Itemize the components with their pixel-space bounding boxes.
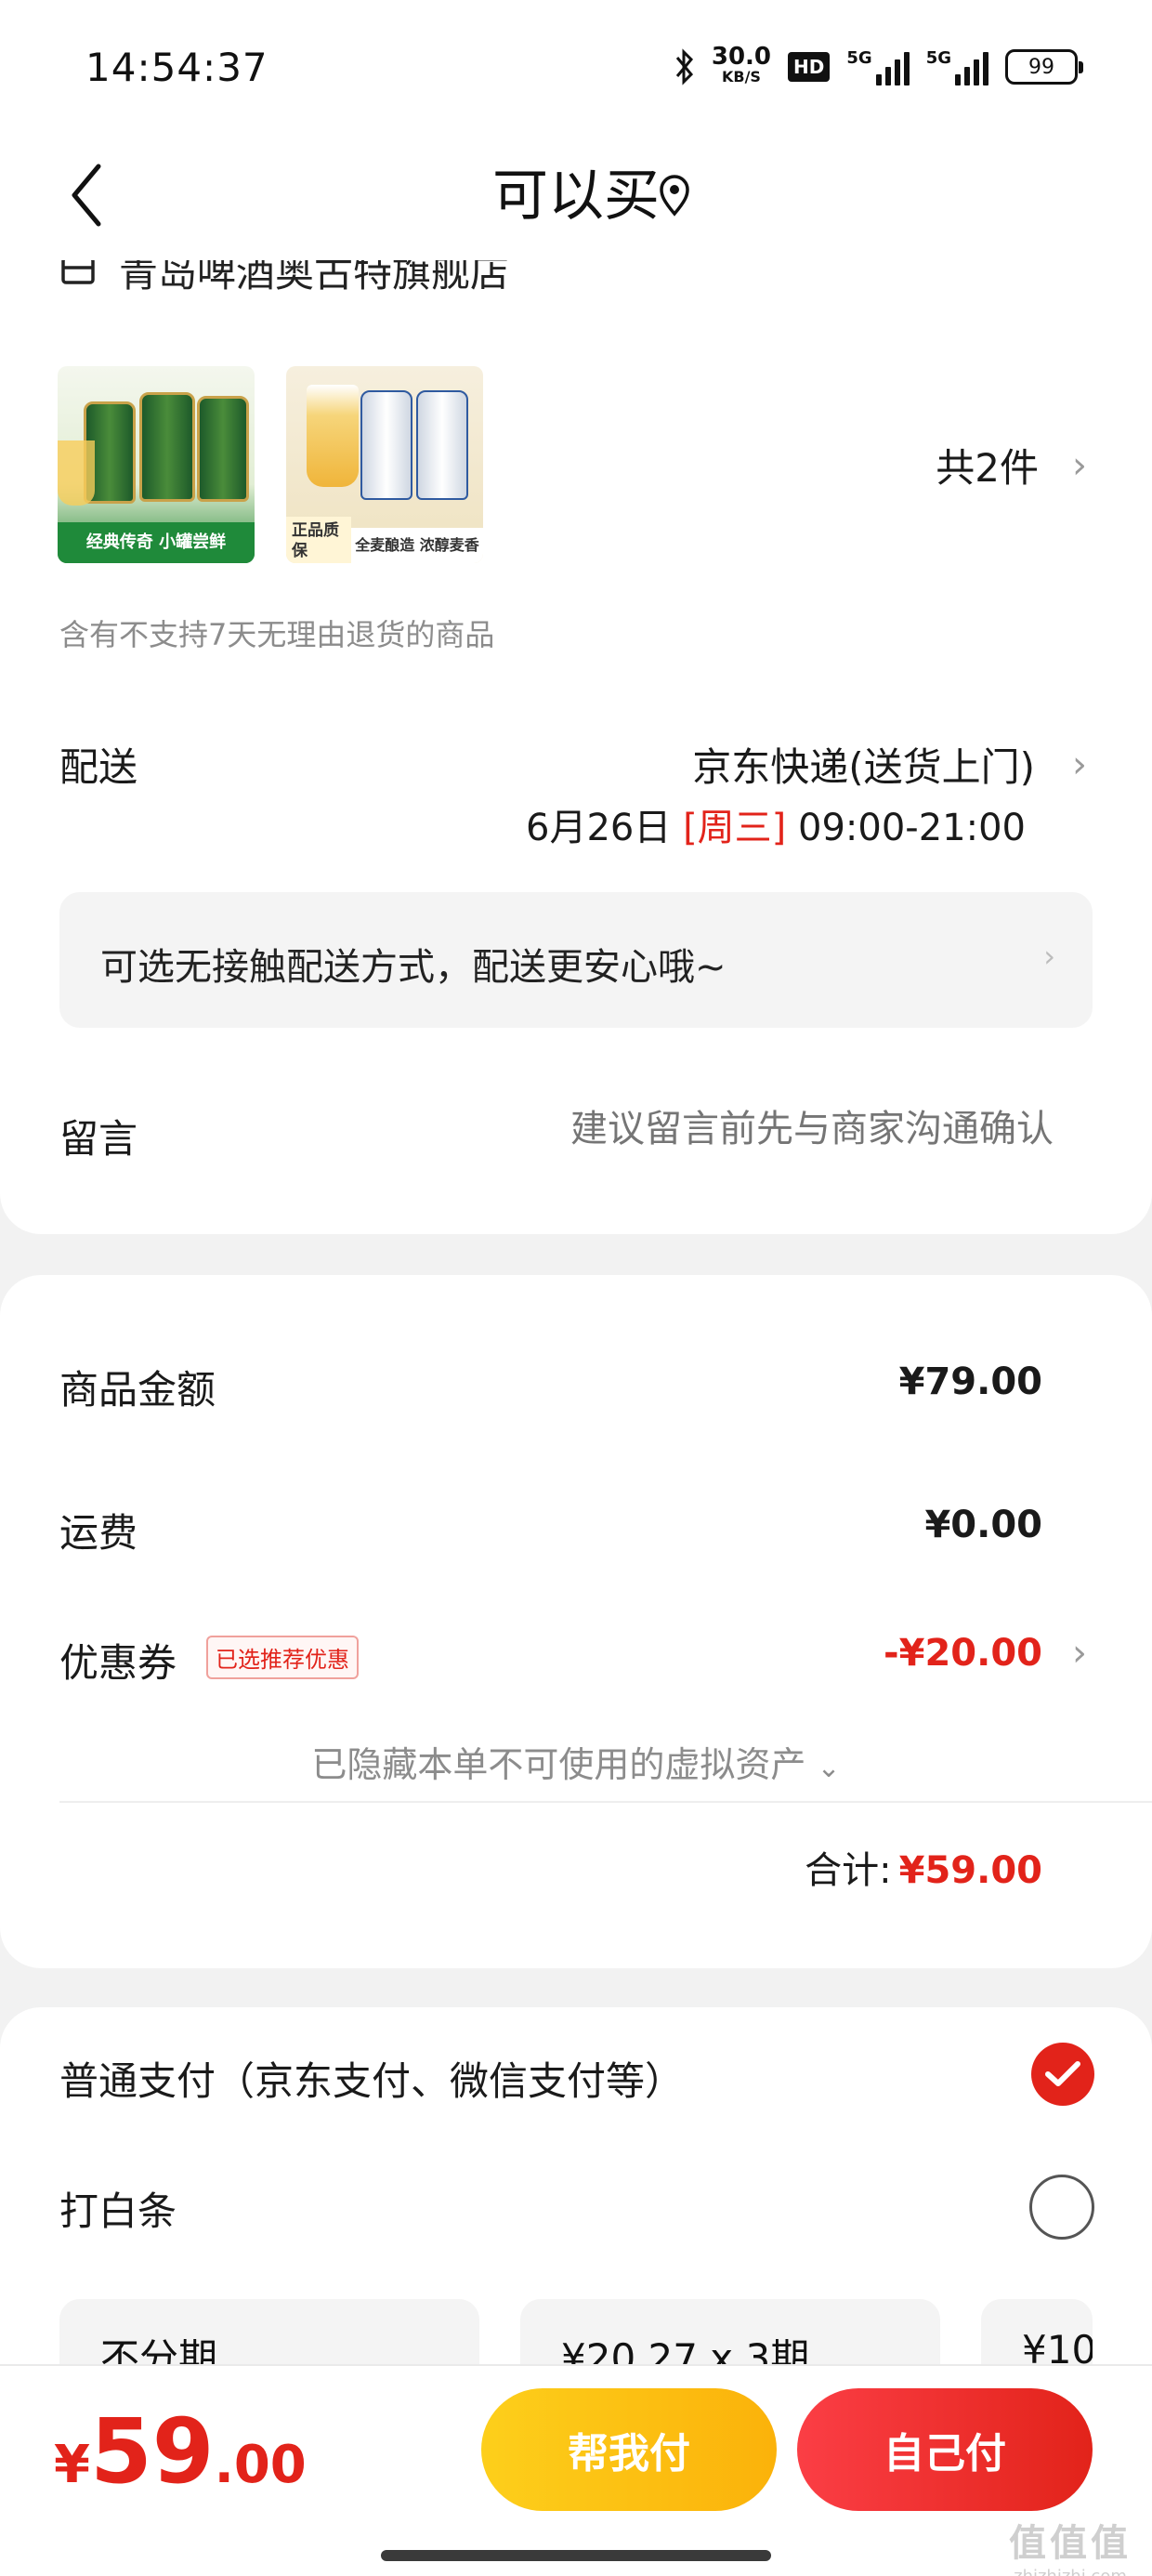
divider (59, 1801, 1152, 1803)
location-pin-icon[interactable] (656, 167, 693, 223)
product-badge-text: 正品质保 (286, 517, 351, 563)
payment-option-baitiao[interactable]: 打白条 (59, 2180, 177, 2237)
total-value: ¥59.00 (898, 1849, 1042, 1892)
goods-amount-value: ¥79.00 (898, 1360, 1042, 1403)
chevron-right-icon: › (1072, 743, 1087, 786)
shop-name: 青岛啤酒奥古特旗舰店 (119, 260, 510, 296)
product-band-text: 全麦酿造 浓醇麦香 (351, 528, 483, 563)
product-thumbnail[interactable]: 经典传奇 小罐尝鲜 (58, 366, 255, 563)
home-indicator[interactable] (381, 2550, 771, 2561)
message-input[interactable] (403, 1108, 1054, 1150)
delivery-method-row[interactable]: 京东快递(送货上门) › (692, 736, 1087, 793)
bluetooth-icon (675, 48, 693, 85)
shipping-fee-value: ¥0.00 (924, 1504, 1042, 1546)
page-title: 可以买 (492, 164, 660, 229)
message-label: 留言 (59, 1116, 138, 1162)
return-policy-note: 含有不支持7天无理由退货的商品 (59, 617, 495, 652)
total-row: 合计: ¥59.00 (805, 1840, 1042, 1894)
self-pay-button[interactable]: 自己付 (797, 2388, 1093, 2511)
battery-icon: 99 (1005, 49, 1083, 85)
delivery-time[interactable]: 6月26日 [周三] 09:00-21:00 (526, 797, 1026, 851)
total-price: ¥ 59 .00 (54, 2399, 307, 2504)
status-icons: 30.0 KB/S HD 5G 5G 99 (674, 43, 1083, 91)
hd-voice-icon: HD (788, 52, 831, 82)
hidden-assets-note: 已隐藏本单不可使用的虚拟资产 (311, 1744, 806, 1785)
delivery-window: 09:00-21:00 (798, 807, 1026, 849)
coupon-value[interactable]: -¥20.00 (884, 1632, 1042, 1675)
chevron-right-icon: › (1072, 443, 1087, 487)
payment-option-normal[interactable]: 普通支付（京东支付、微信支付等） (59, 2050, 684, 2107)
status-bar: 14:54:37 30.0 KB/S HD 5G 5G 99 (0, 0, 1152, 130)
product-thumbnail[interactable]: 正品质保 全麦酿造 浓醇麦香 (286, 366, 483, 563)
payment-options-card: 普通支付（京东支付、微信支付等） 打白条 不分期 ¥20.27 x 3期 ¥10 (0, 2007, 1152, 2379)
price-summary-card: 商品金额 ¥79.00 运费 ¥0.00 优惠券 已选推荐优惠 -¥20.00 … (0, 1275, 1152, 1968)
delivery-weekday: [周三] (683, 807, 787, 849)
shop-row[interactable]: 青岛啤酒奥古特旗舰店 (59, 260, 509, 307)
contactless-text: 可选无接触配送方式，配送更安心哦~ (100, 946, 727, 989)
chevron-down-icon: ⌄ (817, 1752, 841, 1784)
radio-button[interactable] (1029, 2175, 1094, 2240)
delivery-method: 京东快递(送货上门) (692, 744, 1035, 790)
watermark-logo: 值值值 zhizhizhi.com (1009, 2522, 1132, 2576)
chevron-right-icon[interactable]: › (1072, 1632, 1087, 1675)
hidden-assets-toggle[interactable]: 已隐藏本单不可使用的虚拟资产 ⌄ (0, 1736, 1152, 1787)
chevron-right-icon: › (1043, 939, 1055, 974)
shop-icon (61, 260, 95, 284)
help-pay-button[interactable]: 帮我付 (481, 2388, 777, 2511)
checkout-bar: ¥ 59 .00 帮我付 自己付 值值值 zhizhizhi.com (0, 2364, 1152, 2576)
checkmark-icon[interactable] (1031, 2043, 1094, 2106)
total-label: 合计: (805, 1849, 892, 1892)
signal-icon-sim1: 5G (846, 48, 910, 85)
item-count: 共2件 (936, 445, 1039, 491)
delivery-date: 6月26日 (526, 807, 672, 849)
product-band-text: 经典传奇 小罐尝鲜 (58, 522, 255, 563)
order-info-card: 青岛啤酒奥古特旗舰店 经典传奇 小罐尝鲜 正品质保 全麦酿造 浓醇麦香 共2件 … (0, 260, 1152, 1234)
item-count-row[interactable]: 共2件 › (936, 437, 1087, 493)
status-time: 14:54:37 (85, 45, 268, 90)
signal-icon-sim2: 5G (926, 48, 988, 85)
network-speed: 30.0 KB/S (711, 43, 772, 85)
contactless-delivery-option[interactable]: 可选无接触配送方式，配送更安心哦~ › (59, 892, 1093, 1028)
coupon-badge: 已选推荐优惠 (206, 1636, 359, 1679)
nav-bar: 可以买 (0, 130, 1152, 260)
delivery-label: 配送 (59, 744, 138, 790)
shipping-fee-label: 运费 (59, 1510, 138, 1556)
goods-amount-label: 商品金额 (59, 1367, 216, 1413)
coupon-label: 优惠券 (59, 1640, 177, 1686)
